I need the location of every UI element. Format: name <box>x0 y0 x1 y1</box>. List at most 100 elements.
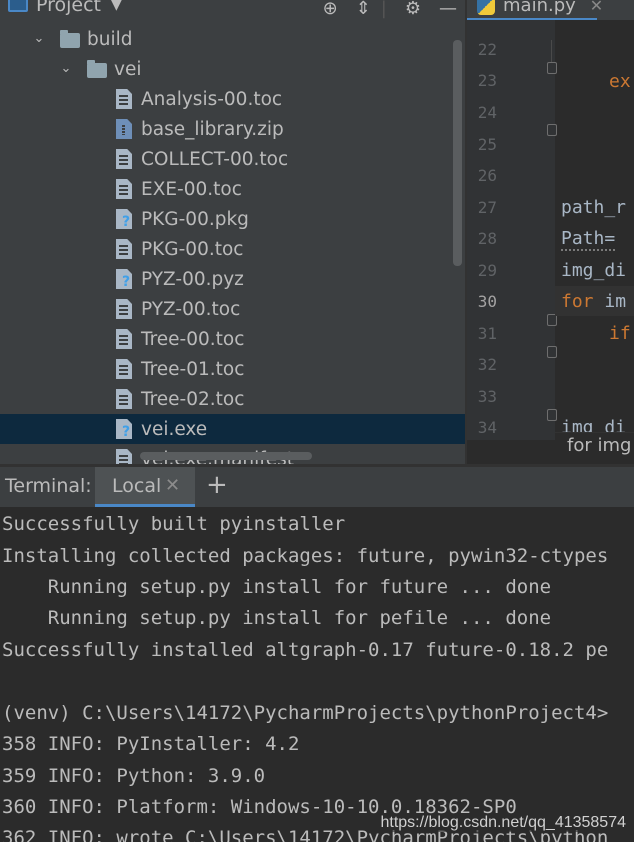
line-number: 23 <box>477 71 497 90</box>
tree-item-label: PKG-00.toc <box>141 238 244 260</box>
fold-marker-icon[interactable] <box>547 62 557 74</box>
tree-item-build[interactable]: ⌄ build <box>0 24 465 54</box>
tree-item-file[interactable]: Tree-01.toc <box>0 354 465 384</box>
text-file-icon <box>116 179 132 199</box>
tree-item-file[interactable]: ? PKG-00.pkg <box>0 204 465 234</box>
tab-local[interactable]: Local ✕ <box>95 467 195 507</box>
code-line-28: Path= <box>561 228 616 251</box>
tree-item-file[interactable]: EXE-00.toc <box>0 174 465 204</box>
code-line-30: for im <box>561 291 627 312</box>
line-number: 32 <box>477 355 497 374</box>
tree-item-label: Tree-00.toc <box>141 328 245 350</box>
editor-gutter: 22 23 24 25 26 27 28 29 30 31 32 33 34 <box>467 20 557 440</box>
tree-item-file[interactable]: Analysis-00.toc <box>0 84 465 114</box>
chevron-down-icon[interactable]: ⌄ <box>59 62 73 76</box>
tree-item-file[interactable]: PKG-00.toc <box>0 234 465 264</box>
ide-top-area: Project ▼ ⊕ ⇕ | ⚙ — ⌄ build ⌄ vei Analys… <box>0 0 634 464</box>
fold-marker-icon[interactable] <box>547 409 557 421</box>
tab-label: main.py <box>503 0 576 16</box>
text-file-icon <box>116 89 132 109</box>
locate-icon[interactable]: ⊕ <box>323 0 338 19</box>
project-toolbar: ⊕ ⇕ | ⚙ — <box>305 0 465 20</box>
tree-item-label: vei <box>114 58 142 80</box>
tree-item-label: PKG-00.pkg <box>141 208 249 230</box>
line-number: 33 <box>477 387 497 406</box>
project-panel: Project ▼ ⊕ ⇕ | ⚙ — ⌄ build ⌄ vei Analys… <box>0 0 465 464</box>
tree-item-file[interactable]: ? PYZ-00.pyz <box>0 264 465 294</box>
code-editor: main.py ✕ 22 23 24 25 26 27 28 29 30 31 … <box>467 0 634 464</box>
code-line-31: if <box>609 323 631 344</box>
close-icon[interactable]: ✕ <box>165 475 180 496</box>
terminal-line: Running setup.py install for pefile ... … <box>2 607 552 629</box>
close-icon[interactable]: ✕ <box>590 0 603 15</box>
project-panel-header: Project ▼ ⊕ ⇕ | ⚙ — <box>0 0 465 20</box>
project-view-selector[interactable]: Project ▼ <box>8 0 122 16</box>
tree-item-label: base_library.zip <box>141 118 284 140</box>
tree-item-file-selected[interactable]: ? vei.exe <box>0 414 465 444</box>
fold-marker-icon[interactable] <box>547 346 557 358</box>
chevron-down-icon[interactable]: ⌄ <box>32 32 46 46</box>
text-file-icon <box>116 329 132 349</box>
unknown-file-icon: ? <box>116 419 132 439</box>
code-line-29: img_di <box>561 260 627 281</box>
zip-file-icon <box>116 119 132 139</box>
tree-item-label: PYZ-00.pyz <box>141 268 244 290</box>
text-file-icon <box>116 359 132 379</box>
toolbar-divider: | <box>380 0 387 19</box>
terminal-line: Running setup.py install for future ... … <box>2 576 552 598</box>
unknown-file-icon: ? <box>116 209 132 229</box>
collapse-all-icon[interactable]: ⇕ <box>356 0 371 19</box>
terminal-output[interactable]: Successfully built pyinstaller Installin… <box>0 507 634 842</box>
python-file-icon <box>477 0 495 15</box>
folder-icon <box>60 30 80 48</box>
breadcrumb-text: for img <box>567 435 632 456</box>
line-number: 29 <box>477 261 497 280</box>
hide-icon[interactable]: — <box>439 0 457 19</box>
text-file-icon <box>116 389 132 409</box>
line-number: 31 <box>477 324 497 343</box>
line-number: 24 <box>477 103 497 122</box>
line-number-current: 30 <box>477 292 497 311</box>
project-window-icon <box>8 0 28 12</box>
tree-item-label: PYZ-00.toc <box>141 298 241 320</box>
tree-item-vei[interactable]: ⌄ vei <box>0 54 465 84</box>
text-file-icon <box>116 449 132 464</box>
tree-item-label: Tree-01.toc <box>141 358 245 380</box>
terminal-header: Terminal: Local ✕ + <box>0 467 634 507</box>
tree-item-label: EXE-00.toc <box>141 178 242 200</box>
editor-breadcrumb[interactable]: for img <box>555 432 634 464</box>
text-file-icon <box>116 299 132 319</box>
tree-item-file[interactable]: base_library.zip <box>0 114 465 144</box>
text-file-icon <box>116 149 132 169</box>
terminal-line: 359 INFO: Python: 3.9.0 <box>2 765 266 787</box>
chevron-down-icon[interactable]: ▼ <box>111 0 122 13</box>
fold-marker-icon[interactable] <box>547 124 557 136</box>
tree-item-file[interactable]: PYZ-00.toc <box>0 294 465 324</box>
watermark-text: https://blog.csdn.net/qq_41358574 <box>380 814 626 832</box>
tree-item-file[interactable]: Tree-02.toc <box>0 384 465 414</box>
line-number: 28 <box>477 229 497 248</box>
tree-item-label: vei.exe <box>141 418 208 440</box>
line-number: 25 <box>477 135 497 154</box>
tab-main-py[interactable]: main.py ✕ <box>477 0 603 16</box>
project-title: Project <box>36 0 102 16</box>
text-file-icon <box>116 239 132 259</box>
vertical-scrollbar[interactable] <box>453 40 462 266</box>
terminal-label: Terminal: <box>5 475 92 497</box>
terminal-line: (venv) C:\Users\14172\PycharmProjects\py… <box>2 702 609 724</box>
gear-icon[interactable]: ⚙ <box>405 0 421 19</box>
horizontal-scrollbar[interactable] <box>140 452 312 460</box>
terminal-line: Successfully built pyinstaller <box>2 513 346 535</box>
folder-icon <box>87 60 107 78</box>
terminal-tab-label: Local <box>112 475 162 497</box>
line-number: 22 <box>477 40 497 59</box>
line-number: 26 <box>477 166 497 185</box>
terminal-line: Successfully installed altgraph-0.17 fut… <box>2 639 609 661</box>
tree-item-label: Tree-02.toc <box>141 388 245 410</box>
code-line-23: ex <box>609 71 631 92</box>
tree-item-label: build <box>87 28 133 50</box>
new-terminal-button[interactable]: + <box>206 470 228 500</box>
tree-item-file[interactable]: Tree-00.toc <box>0 324 465 354</box>
tree-item-file[interactable]: COLLECT-00.toc <box>0 144 465 174</box>
unknown-file-icon: ? <box>116 269 132 289</box>
